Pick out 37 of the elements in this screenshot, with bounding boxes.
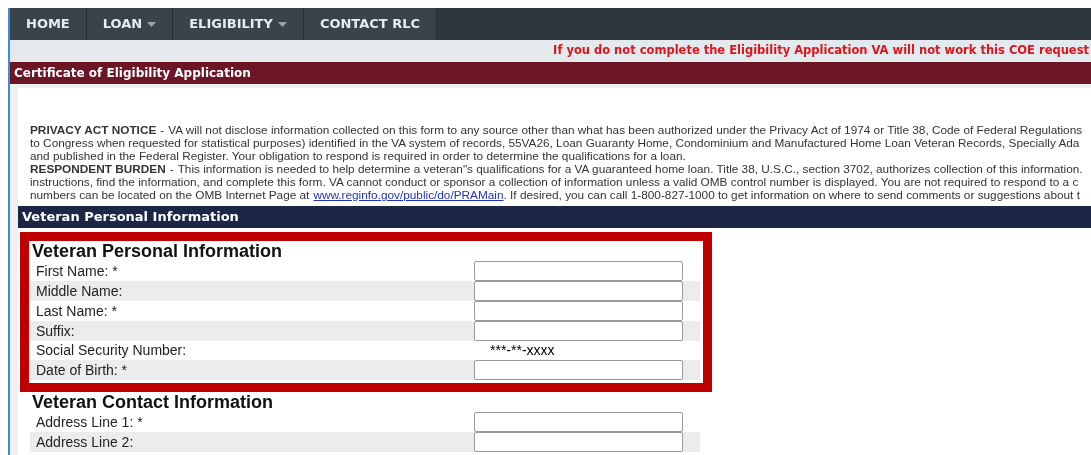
field-label: Social Security Number:	[36, 341, 188, 360]
field-label: Last Name: *	[36, 301, 118, 321]
notice-heading: RESPONDENT BURDEN	[30, 163, 166, 176]
field-label: Address Line 1: *	[36, 412, 144, 432]
notice-line: instructions, find the information, and complete this form. VA cannot conduct or sponsor a collection of information unless a valid OMB control number is displayed. You are not required to respond to a c	[30, 176, 1079, 189]
text-field[interactable]	[474, 261, 683, 281]
text-field[interactable]	[474, 301, 683, 321]
masked-value: ***-**-xxxx	[490, 341, 555, 360]
field-label: First Name: *	[36, 261, 119, 281]
field-label: Middle Name:	[36, 281, 124, 301]
notice-heading: PRIVACY ACT NOTICE	[30, 124, 157, 137]
notice-line: VA will not disclose information collected on this form to any source other than what has been authorized under the Privacy Act of 1974 or Title 38, Code of Federal Regulations	[168, 124, 1083, 137]
omb-link[interactable]: www.reginfo.gov/public/do/PRAMain	[313, 189, 504, 202]
nav-item[interactable]: CONTACT RLC	[303, 8, 438, 40]
field-label: Suffix:	[36, 321, 76, 341]
notice-line: This information is needed to help determine a veteran"s qualifications for a VA guaranteed home loan. Title 38, U.S.C., section 3702, authorizes collection of this information.	[177, 163, 1083, 176]
text-field[interactable]	[474, 321, 683, 341]
text-field[interactable]	[474, 412, 683, 432]
field-label: Address Line 2:	[36, 432, 135, 452]
notice-line: numbers can be located on the OMB Internet Page at	[30, 189, 310, 202]
text-field[interactable]	[474, 432, 683, 452]
section-header: Veteran Personal Information	[22, 208, 239, 227]
notice-line: . If desired, you can call 1-800-827-1000 to get information on where to send comments or suggestions about t	[503, 189, 1080, 202]
page-title: Certificate of Eligibility Application	[14, 65, 251, 82]
nav-item[interactable]: LOAN	[86, 8, 174, 40]
notice-line: to Congress when requested for statistical purposes) identified in the VA system of records, 55VA26, Loan Guaranty Home, Condominium and Manufactured Home Loan Veteran Records, Specially Ada	[30, 137, 1080, 150]
notice-separator: -	[160, 124, 165, 137]
warning-message: If you do not complete the Eligibility Application VA will not work this COE request	[553, 42, 1089, 60]
text-field[interactable]	[474, 281, 683, 301]
group-title: Veteran Personal Information	[31, 241, 283, 261]
notice-separator: -	[169, 163, 174, 176]
group-title: Veteran Contact Information	[31, 392, 274, 412]
field-label: Date of Birth: *	[36, 360, 129, 380]
nav-item[interactable]: HOME	[10, 8, 87, 40]
nav-item[interactable]: ELIGIBILITY	[173, 8, 304, 40]
notice-line: and published in the Federal Register. Your obligation to respond is required in order to determine the qualifications for a loan.	[30, 150, 686, 163]
text-field[interactable]	[474, 360, 683, 380]
